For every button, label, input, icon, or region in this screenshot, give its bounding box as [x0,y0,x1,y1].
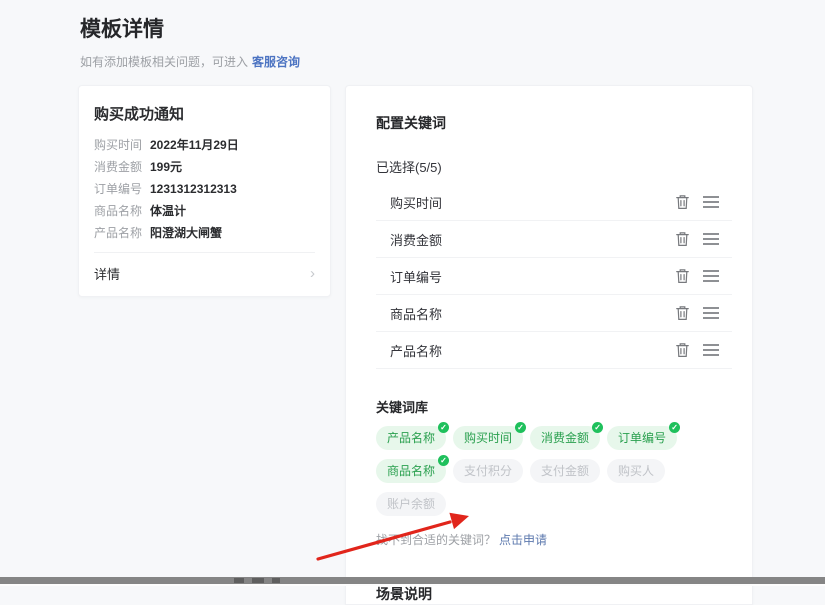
not-found-text: 找不到合适的关键词？点击申请 [376,531,732,548]
field-label: 产品名称 [94,227,150,240]
detail-link-row[interactable]: 详情 › [94,253,315,296]
trash-icon[interactable] [675,194,690,210]
keyword-tag[interactable]: 支付金额✓ [530,459,600,483]
selected-keywords-list: 购买时间 消费金额 订单编号 [376,184,732,369]
field-value: 199元 [150,161,182,174]
keyword-tag[interactable]: 消费金额✓ [530,426,600,450]
content-area: 购买成功通知 购买时间 2022年11月29日 消费金额 199元 订单编号 1… [78,85,825,605]
apply-link[interactable]: 点击申请 [499,533,547,547]
keyword-row: 商品名称 [376,295,732,332]
field-row: 订单编号 1231312312313 [94,183,315,196]
notification-card-title: 购买成功通知 [94,103,315,124]
keyword-tag[interactable]: 产品名称✓ [376,426,446,450]
drag-handle-icon[interactable] [703,196,719,208]
keyword-tag[interactable]: 商品名称✓ [376,459,446,483]
keyword-row: 产品名称 [376,332,732,369]
purchase-notification-card: 购买成功通知 购买时间 2022年11月29日 消费金额 199元 订单编号 1… [78,85,331,297]
keyword-label: 商品名称 [390,304,442,323]
drag-handle-icon[interactable] [703,270,719,282]
page-title: 模板详情 [80,18,825,42]
keyword-library-title: 关键词库 [376,397,732,416]
keyword-tag[interactable]: 账户余额✓ [376,492,446,516]
field-label: 消费金额 [94,161,150,174]
check-badge-icon: ✓ [438,422,449,433]
check-badge-icon: ✓ [592,422,603,433]
field-row: 购买时间 2022年11月29日 [94,139,315,152]
check-badge-icon: ✓ [515,422,526,433]
field-value: 2022年11月29日 [150,139,239,152]
drag-handle-icon[interactable] [703,307,719,319]
trash-icon[interactable] [675,268,690,284]
check-badge-icon: ✓ [669,422,680,433]
subtitle: 如有添加模板相关问题，可进入客服咨询 [80,55,825,69]
selected-count: 已选择(5/5) [376,157,732,176]
keyword-library-tags: 产品名称✓ 购买时间✓ 消费金额✓ 订单编号✓ 商品名称✓ 支付积分✓ 支付金额… [376,426,691,516]
field-value: 阳澄湖大闸蟹 [150,227,222,240]
check-badge-icon: ✓ [438,455,449,466]
keyword-row: 订单编号 [376,258,732,295]
chevron-right-icon: › [310,267,315,280]
keyword-tag[interactable]: 购买时间✓ [453,426,523,450]
field-row: 消费金额 199元 [94,161,315,174]
field-row: 商品名称 体温计 [94,205,315,218]
field-label: 商品名称 [94,205,150,218]
field-value: 体温计 [150,205,186,218]
field-value: 1231312312313 [150,183,237,196]
keyword-tag[interactable]: 订单编号✓ [607,426,677,450]
keyword-tag[interactable]: 购买人✓ [607,459,665,483]
field-row: 产品名称 阳澄湖大闸蟹 [94,227,315,240]
page-header: 模板详情 如有添加模板相关问题，可进入客服咨询 [0,0,825,69]
drag-handle-icon[interactable] [703,344,719,356]
keywords-config-panel: 配置关键词 已选择(5/5) 购买时间 消费金额 [345,85,753,605]
keyword-label: 消费金额 [390,230,442,249]
keyword-tag[interactable]: 支付积分✓ [453,459,523,483]
keyword-label: 购买时间 [390,193,442,212]
trash-icon[interactable] [675,231,690,247]
trash-icon[interactable] [675,342,690,358]
keyword-row: 购买时间 [376,184,732,221]
drag-handle-icon[interactable] [703,233,719,245]
keyword-label: 订单编号 [390,267,442,286]
support-link[interactable]: 客服咨询 [252,55,300,69]
scene-title: 场景说明 [376,584,732,604]
field-label: 购买时间 [94,139,150,152]
field-label: 订单编号 [94,183,150,196]
taskbar-sliver [0,577,825,584]
keyword-row: 消费金额 [376,221,732,258]
trash-icon[interactable] [675,305,690,321]
keyword-label: 产品名称 [390,341,442,360]
panel-title: 配置关键词 [376,113,732,133]
detail-link-label: 详情 [94,264,120,283]
subtitle-text: 如有添加模板相关问题，可进入 [80,55,248,69]
